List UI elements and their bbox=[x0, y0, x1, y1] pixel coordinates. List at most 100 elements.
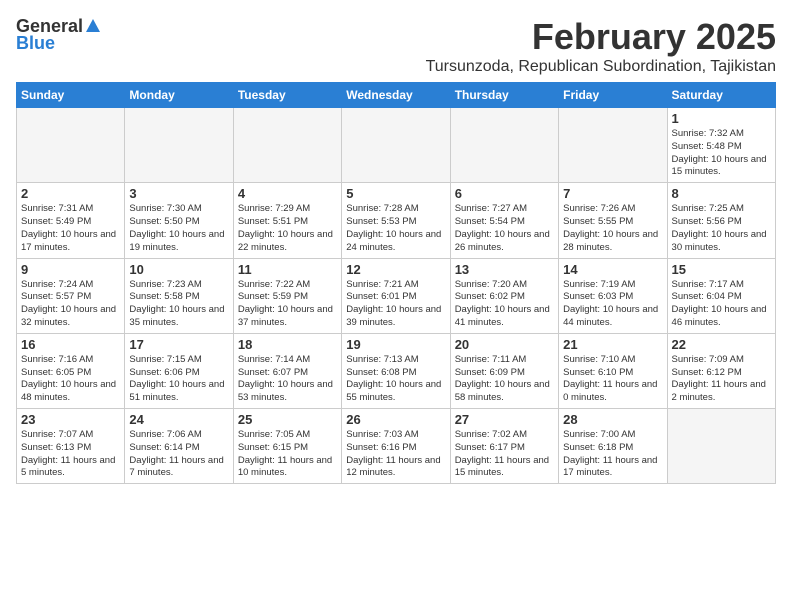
calendar-week-row: 1 Sunrise: 7:32 AM Sunset: 5:48 PM Daylig… bbox=[17, 108, 776, 183]
weekday-header: Saturday bbox=[667, 83, 775, 108]
day-number: 15 bbox=[672, 262, 771, 277]
calendar-day-cell: 6Sunrise: 7:27 AM Sunset: 5:54 PM Daylig… bbox=[450, 183, 558, 258]
calendar-day-cell: 20 Sunrise: 7:11 AM Sunset: 6:09 PM Dayli… bbox=[450, 333, 558, 408]
day-number: 17 bbox=[129, 337, 228, 352]
weekday-header: Sunday bbox=[17, 83, 125, 108]
weekday-header: Wednesday bbox=[342, 83, 450, 108]
day-number: 23 bbox=[21, 412, 120, 427]
calendar-day-cell bbox=[125, 108, 233, 183]
calendar-day-cell: 19 Sunrise: 7:13 AM Sunset: 6:08 PM Dayli… bbox=[342, 333, 450, 408]
calendar-day-cell: 14Sunrise: 7:19 AM Sunset: 6:03 PM Dayli… bbox=[559, 258, 667, 333]
day-number: 18 bbox=[238, 337, 337, 352]
day-info: Sunrise: 7:29 AM Sunset: 5:51 PM Dayligh… bbox=[238, 203, 337, 254]
day-number: 25 bbox=[238, 412, 337, 427]
month-title: February 2025 bbox=[426, 16, 776, 58]
day-number: 19 bbox=[346, 337, 445, 352]
day-number: 1 bbox=[672, 111, 771, 126]
calendar-day-cell: 24 Sunrise: 7:06 AM Sunset: 6:14 PM Dayli… bbox=[125, 409, 233, 484]
day-number: 9 bbox=[21, 262, 120, 277]
day-info: Sunrise: 7:16 AM Sunset: 6:05 PM Dayligh… bbox=[21, 354, 120, 405]
day-info: Sunrise: 7:14 AM Sunset: 6:07 PM Dayligh… bbox=[238, 354, 337, 405]
calendar-day-cell: 28 Sunrise: 7:00 AM Sunset: 6:18 PM Dayli… bbox=[559, 409, 667, 484]
calendar-day-cell bbox=[233, 108, 341, 183]
day-number: 12 bbox=[346, 262, 445, 277]
day-info: Sunrise: 7:31 AM Sunset: 5:49 PM Dayligh… bbox=[21, 203, 120, 254]
logo: General Blue bbox=[16, 16, 100, 54]
calendar-day-cell: 11 Sunrise: 7:22 AM Sunset: 5:59 PM Dayli… bbox=[233, 258, 341, 333]
day-number: 27 bbox=[455, 412, 554, 427]
calendar-day-cell: 2 Sunrise: 7:31 AM Sunset: 5:49 PM Daylig… bbox=[17, 183, 125, 258]
calendar-week-row: 23 Sunrise: 7:07 AM Sunset: 6:13 PM Dayli… bbox=[17, 409, 776, 484]
calendar-day-cell: 27 Sunrise: 7:02 AM Sunset: 6:17 PM Dayli… bbox=[450, 409, 558, 484]
day-info: Sunrise: 7:26 AM Sunset: 5:55 PM Dayligh… bbox=[563, 203, 662, 254]
logo-triangle-icon bbox=[86, 19, 100, 32]
calendar-day-cell: 10 Sunrise: 7:23 AM Sunset: 5:58 PM Dayli… bbox=[125, 258, 233, 333]
day-info: Sunrise: 7:00 AM Sunset: 6:18 PM Dayligh… bbox=[563, 429, 662, 480]
day-number: 3 bbox=[129, 186, 228, 201]
day-info: Sunrise: 7:22 AM Sunset: 5:59 PM Dayligh… bbox=[238, 279, 337, 330]
calendar-day-cell bbox=[342, 108, 450, 183]
day-info: Sunrise: 7:24 AM Sunset: 5:57 PM Dayligh… bbox=[21, 279, 120, 330]
day-number: 13 bbox=[455, 262, 554, 277]
day-number: 28 bbox=[563, 412, 662, 427]
day-number: 5 bbox=[346, 186, 445, 201]
calendar-day-cell: 18 Sunrise: 7:14 AM Sunset: 6:07 PM Dayli… bbox=[233, 333, 341, 408]
calendar-day-cell: 15 Sunrise: 7:17 AM Sunset: 6:04 PM Dayli… bbox=[667, 258, 775, 333]
day-number: 21 bbox=[563, 337, 662, 352]
location-title: Tursunzoda, Republican Subordination, Ta… bbox=[426, 58, 776, 76]
day-number: 11 bbox=[238, 262, 337, 277]
day-info: Sunrise: 7:03 AM Sunset: 6:16 PM Dayligh… bbox=[346, 429, 445, 480]
day-number: 10 bbox=[129, 262, 228, 277]
calendar-day-cell bbox=[667, 409, 775, 484]
day-number: 4 bbox=[238, 186, 337, 201]
logo-blue-text: Blue bbox=[16, 33, 55, 54]
calendar-day-cell: 8Sunrise: 7:25 AM Sunset: 5:56 PM Daylig… bbox=[667, 183, 775, 258]
calendar-day-cell: 23 Sunrise: 7:07 AM Sunset: 6:13 PM Dayli… bbox=[17, 409, 125, 484]
calendar-day-cell: 13Sunrise: 7:20 AM Sunset: 6:02 PM Dayli… bbox=[450, 258, 558, 333]
weekday-header: Thursday bbox=[450, 83, 558, 108]
calendar-day-cell: 4 Sunrise: 7:29 AM Sunset: 5:51 PM Daylig… bbox=[233, 183, 341, 258]
calendar-day-cell: 5 Sunrise: 7:28 AM Sunset: 5:53 PM Daylig… bbox=[342, 183, 450, 258]
calendar-week-row: 2 Sunrise: 7:31 AM Sunset: 5:49 PM Daylig… bbox=[17, 183, 776, 258]
day-info: Sunrise: 7:05 AM Sunset: 6:15 PM Dayligh… bbox=[238, 429, 337, 480]
calendar-day-cell bbox=[17, 108, 125, 183]
day-info: Sunrise: 7:02 AM Sunset: 6:17 PM Dayligh… bbox=[455, 429, 554, 480]
day-number: 24 bbox=[129, 412, 228, 427]
calendar-day-cell: 17 Sunrise: 7:15 AM Sunset: 6:06 PM Dayli… bbox=[125, 333, 233, 408]
day-info: Sunrise: 7:32 AM Sunset: 5:48 PM Dayligh… bbox=[672, 128, 771, 179]
day-info: Sunrise: 7:15 AM Sunset: 6:06 PM Dayligh… bbox=[129, 354, 228, 405]
day-info: Sunrise: 7:23 AM Sunset: 5:58 PM Dayligh… bbox=[129, 279, 228, 330]
day-info: Sunrise: 7:06 AM Sunset: 6:14 PM Dayligh… bbox=[129, 429, 228, 480]
day-info: Sunrise: 7:10 AM Sunset: 6:10 PM Dayligh… bbox=[563, 354, 662, 405]
calendar-day-cell: 12Sunrise: 7:21 AM Sunset: 6:01 PM Dayli… bbox=[342, 258, 450, 333]
calendar-table: SundayMondayTuesdayWednesdayThursdayFrid… bbox=[16, 82, 776, 484]
calendar-day-cell: 16Sunrise: 7:16 AM Sunset: 6:05 PM Dayli… bbox=[17, 333, 125, 408]
day-number: 22 bbox=[672, 337, 771, 352]
calendar-day-cell: 25 Sunrise: 7:05 AM Sunset: 6:15 PM Dayli… bbox=[233, 409, 341, 484]
day-info: Sunrise: 7:30 AM Sunset: 5:50 PM Dayligh… bbox=[129, 203, 228, 254]
calendar-week-row: 9 Sunrise: 7:24 AM Sunset: 5:57 PM Daylig… bbox=[17, 258, 776, 333]
calendar-day-cell: 22 Sunrise: 7:09 AM Sunset: 6:12 PM Dayli… bbox=[667, 333, 775, 408]
day-info: Sunrise: 7:28 AM Sunset: 5:53 PM Dayligh… bbox=[346, 203, 445, 254]
day-info: Sunrise: 7:11 AM Sunset: 6:09 PM Dayligh… bbox=[455, 354, 554, 405]
calendar-day-cell bbox=[450, 108, 558, 183]
calendar-day-cell: 7 Sunrise: 7:26 AM Sunset: 5:55 PM Daylig… bbox=[559, 183, 667, 258]
weekday-header: Tuesday bbox=[233, 83, 341, 108]
page-header: General Blue February 2025 Tursunzoda, R… bbox=[16, 16, 776, 76]
day-info: Sunrise: 7:13 AM Sunset: 6:08 PM Dayligh… bbox=[346, 354, 445, 405]
title-block: February 2025 Tursunzoda, Republican Sub… bbox=[426, 16, 776, 76]
day-number: 7 bbox=[563, 186, 662, 201]
day-number: 26 bbox=[346, 412, 445, 427]
day-number: 14 bbox=[563, 262, 662, 277]
weekday-header-row: SundayMondayTuesdayWednesdayThursdayFrid… bbox=[17, 83, 776, 108]
day-info: Sunrise: 7:25 AM Sunset: 5:56 PM Dayligh… bbox=[672, 203, 771, 254]
day-number: 20 bbox=[455, 337, 554, 352]
day-info: Sunrise: 7:17 AM Sunset: 6:04 PM Dayligh… bbox=[672, 279, 771, 330]
weekday-header: Friday bbox=[559, 83, 667, 108]
day-number: 2 bbox=[21, 186, 120, 201]
weekday-header: Monday bbox=[125, 83, 233, 108]
day-info: Sunrise: 7:09 AM Sunset: 6:12 PM Dayligh… bbox=[672, 354, 771, 405]
day-info: Sunrise: 7:07 AM Sunset: 6:13 PM Dayligh… bbox=[21, 429, 120, 480]
day-number: 6 bbox=[455, 186, 554, 201]
calendar-week-row: 16Sunrise: 7:16 AM Sunset: 6:05 PM Dayli… bbox=[17, 333, 776, 408]
